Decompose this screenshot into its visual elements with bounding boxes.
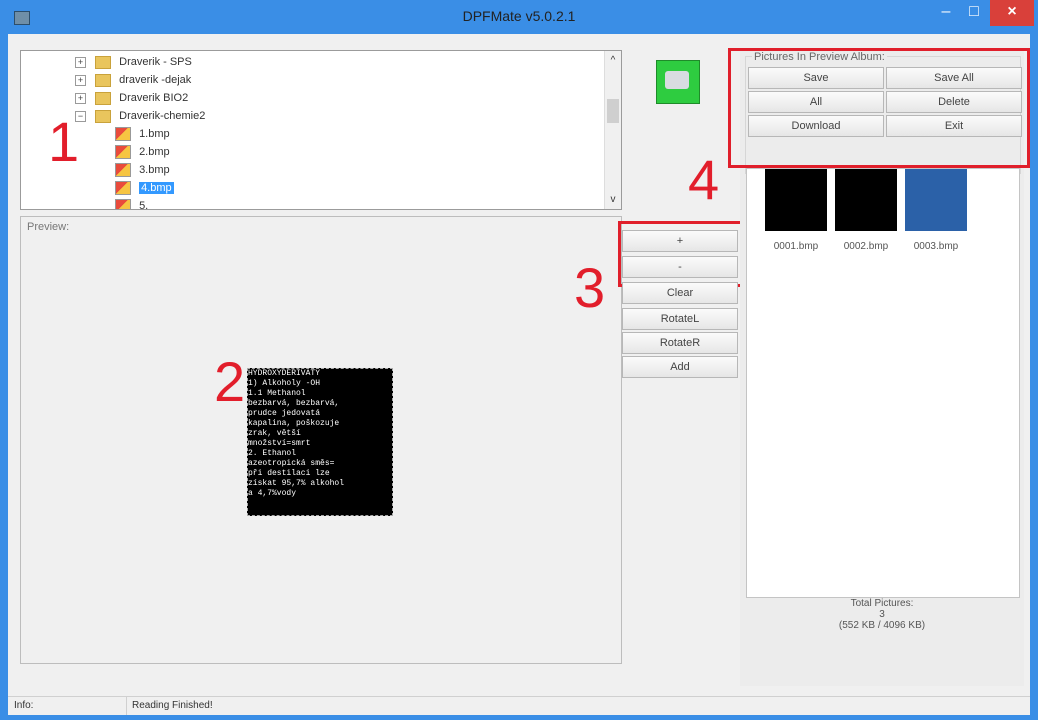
status-bar: Info: Reading Finished! [8,696,1030,715]
minus-button[interactable]: - [622,256,738,278]
thumbnail-image[interactable] [765,169,827,231]
tree-file-row[interactable]: 3.bmp [115,161,170,179]
bmp-file-icon [115,127,131,142]
annotation-number-2: 2 [214,350,246,413]
thumbnail-caption: 0002.bmp [843,241,889,252]
rotate-right-button[interactable]: RotateR [622,332,738,354]
tree-file-label[interactable]: 5. [139,200,148,209]
preview-text-line: azeotropická směs= [248,459,335,468]
status-info-label: Info: [14,700,34,711]
tree-scrollbar[interactable]: ^ v [604,51,621,209]
tree-file-label[interactable]: 3.bmp [139,164,170,176]
tree-file-label-selected[interactable]: 4.bmp [139,182,174,194]
folder-icon [95,91,112,105]
tree-file-row[interactable]: 5. [115,197,148,209]
expand-icon[interactable]: + [75,92,86,104]
folder-icon [95,109,112,123]
preview-text-line: zrak, větší [248,429,301,438]
preview-text-line: 1) Alkoholy -OH [248,379,321,388]
preview-image: HYDROXYDERIVATY 1) Alkoholy -OH 1.1 Meth… [247,368,393,516]
annotation-number-1: 1 [48,110,80,173]
folder-icon [95,55,112,69]
annotation-number-3: 3 [574,256,606,319]
annotation-box-4 [728,48,1030,168]
preview-text-line: při destilaci lze [248,469,330,478]
tree-file-label[interactable]: 1.bmp [139,128,170,140]
preview-label: Preview: [27,221,70,233]
refresh-device-icon[interactable] [656,60,700,104]
preview-text-line: HYDROXYDERIVATY [248,369,321,378]
add-button[interactable]: Add [622,356,738,378]
title-bar[interactable]: DPFMate v5.0.2.1 – □ × [0,0,1038,34]
tree-file-row-selected[interactable]: 4.bmp [115,179,174,197]
tree-folder-row[interactable]: + Draverik - SPS [75,53,192,71]
tree-folder-row[interactable]: + Draverik BIO2 [75,89,188,107]
total-label: Total Pictures: [850,598,914,609]
scroll-down-icon[interactable]: v [605,194,621,205]
tree-file-label[interactable]: 2.bmp [139,146,170,158]
annotation-number-4: 4 [688,148,720,211]
bmp-file-icon [115,163,131,178]
preview-text-line: 2. Ethanol [248,449,297,458]
scroll-thumb[interactable] [607,99,619,123]
preview-text-line: bezbarvá, bezbarvá, [248,399,340,408]
maximize-button[interactable]: □ [960,0,988,26]
expand-icon[interactable]: + [75,56,86,68]
thumbnail-list[interactable]: 0001.bmp 0002.bmp 0003.bmp [746,168,1020,598]
close-button[interactable]: × [990,0,1034,26]
thumbnail-caption: 0001.bmp [773,241,819,252]
preview-text-line: získat 95,7% alkohol [248,479,345,488]
status-separator [126,697,127,715]
total-count: 3 [879,609,885,620]
tree-folder-label[interactable]: Draverik BIO2 [119,92,188,104]
tree-folder-label[interactable]: Draverik-chemie2 [119,110,205,122]
preview-text-line: 1.1 Methanol [248,389,306,398]
status-message: Reading Finished! [132,700,213,711]
expand-icon[interactable]: + [75,74,86,86]
plus-button[interactable]: + [622,230,738,252]
folder-tree[interactable]: + Draverik - SPS + draverik -dejak + Dra… [20,50,622,210]
bmp-file-icon [115,145,131,160]
window-title: DPFMate v5.0.2.1 [462,8,576,24]
thumbnail-image[interactable] [835,169,897,231]
tree-folder-row[interactable]: + draverik -dejak [75,71,191,89]
thumbnail-image[interactable] [905,169,967,231]
thumbnail-caption: 0003.bmp [913,241,959,252]
bmp-file-icon [115,181,131,196]
tree-file-row[interactable]: 2.bmp [115,143,170,161]
folder-icon [95,73,112,87]
app-window: DPFMate v5.0.2.1 – □ × + Draverik - SPS … [0,0,1038,720]
total-size: (552 KB / 4096 KB) [838,620,926,631]
scroll-up-icon[interactable]: ^ [605,55,621,66]
minimize-button[interactable]: – [932,0,960,26]
bmp-file-icon [115,199,131,209]
client-area: + Draverik - SPS + draverik -dejak + Dra… [8,34,1030,715]
rotate-left-button[interactable]: RotateL [622,308,738,330]
tree-folder-label[interactable]: draverik -dejak [119,74,191,86]
tree-folder-label[interactable]: Draverik - SPS [119,56,192,68]
preview-text-line: a 4,7%vody [248,489,297,498]
preview-text-line: prudce jedovatá [248,409,321,418]
preview-text-line: množství=smrt [248,439,311,448]
total-pictures: Total Pictures: 3 (552 KB / 4096 KB) [746,598,1018,631]
tree-file-row[interactable]: 1.bmp [115,125,170,143]
preview-panel: Preview: HYDROXYDERIVATY 1) Alkoholy -OH… [20,216,622,664]
preview-text-line: kapalina, poškozuje [248,419,340,428]
clear-button[interactable]: Clear [622,282,738,304]
tree-folder-row[interactable]: − Draverik-chemie2 [75,107,205,125]
